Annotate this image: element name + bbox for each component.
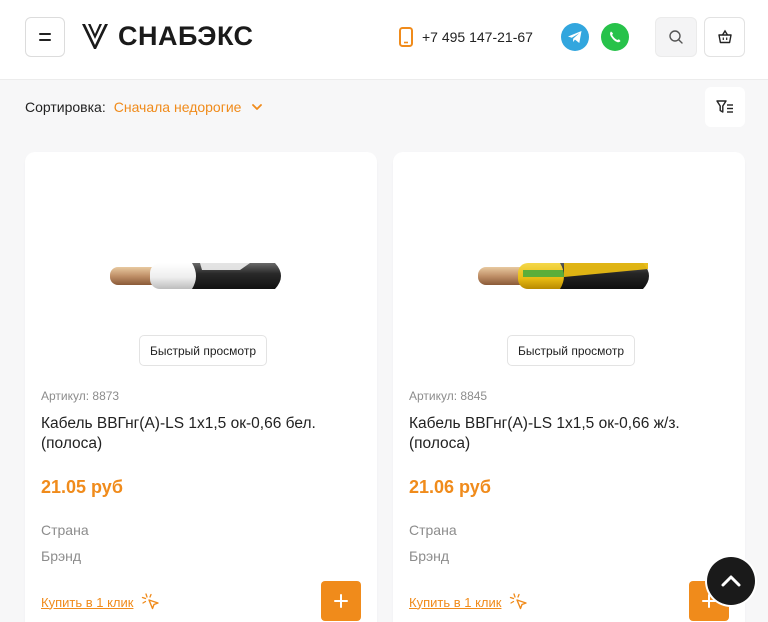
- chevron-up-icon: [721, 575, 741, 587]
- search-icon: [669, 30, 683, 44]
- telegram-button[interactable]: [561, 23, 589, 51]
- site-logo[interactable]: СНАБЭКС: [80, 21, 254, 51]
- logo-text: СНАБЭКС: [118, 20, 254, 51]
- click-cursor-icon: [510, 593, 528, 610]
- country-label: Страна: [41, 522, 89, 538]
- add-to-cart-button[interactable]: [321, 581, 361, 621]
- buy-one-click-link[interactable]: Купить в 1 клик: [409, 592, 529, 612]
- product-price: 21.05 руб: [41, 477, 123, 497]
- buy-one-click-link[interactable]: Купить в 1 клик: [41, 592, 161, 612]
- logo-mark-icon: [82, 24, 108, 49]
- quick-view-button[interactable]: Быстрый просмотр: [507, 335, 636, 366]
- buy-one-click-label: Купить в 1 клик: [409, 594, 502, 610]
- chevron-down-icon[interactable]: [251, 103, 263, 111]
- basket-icon: [717, 29, 732, 44]
- whatsapp-icon: [610, 31, 621, 43]
- product-card[interactable]: Быстрый просмотр Артикул: 8873 Кабель ВВ…: [25, 152, 377, 622]
- sort-dropdown[interactable]: Сначала недорогие: [114, 99, 242, 115]
- sort-bar: Сортировка: Сначала недорогие: [25, 99, 263, 115]
- product-title[interactable]: Кабель ВВГнг(А)-LS 1х1,5 ок-0,66 ж/з. (п…: [409, 414, 719, 454]
- product-image[interactable]: [468, 207, 673, 342]
- whatsapp-button[interactable]: [601, 23, 629, 51]
- telegram-icon: [568, 31, 582, 43]
- scroll-to-top-button[interactable]: [707, 557, 755, 605]
- quick-view-button[interactable]: Быстрый просмотр: [139, 335, 268, 366]
- buy-one-click-label: Купить в 1 клик: [41, 594, 134, 610]
- search-button[interactable]: [655, 17, 697, 57]
- phone-link[interactable]: +7 495 147-21-67: [398, 27, 533, 47]
- product-image[interactable]: [100, 207, 305, 342]
- phone-number: +7 495 147-21-67: [422, 29, 533, 45]
- site-header: СНАБЭКС +7 495 147-21-67: [0, 0, 768, 80]
- click-cursor-icon: [142, 593, 160, 610]
- country-label: Страна: [409, 522, 457, 538]
- brand-label: Брэнд: [409, 548, 450, 564]
- phone-icon: [399, 27, 413, 47]
- menu-button[interactable]: [25, 17, 65, 57]
- filter-button[interactable]: [705, 87, 745, 127]
- product-title[interactable]: Кабель ВВГнг(А)-LS 1х1,5 ок-0,66 бел. (п…: [41, 414, 351, 454]
- filter-icon: [716, 100, 733, 113]
- product-sku: Артикул: 8845: [409, 389, 488, 403]
- cart-button[interactable]: [704, 17, 745, 57]
- product-price: 21.06 руб: [409, 477, 491, 497]
- brand-label: Брэнд: [41, 548, 82, 564]
- hamburger-icon: [39, 33, 51, 41]
- product-card[interactable]: Быстрый просмотр Артикул: 8845 Кабель ВВ…: [393, 152, 745, 622]
- product-sku: Артикул: 8873: [41, 389, 120, 403]
- plus-icon: [334, 594, 348, 608]
- sort-label: Сортировка:: [25, 99, 106, 115]
